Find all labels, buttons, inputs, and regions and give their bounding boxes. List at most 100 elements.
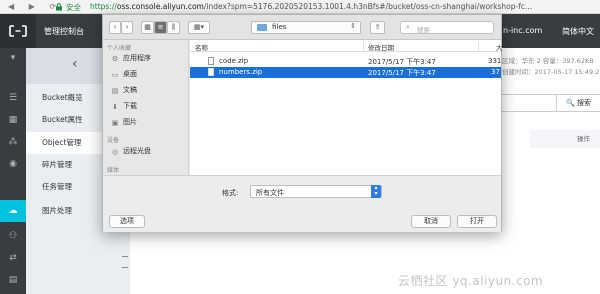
icon-view-icon: ▦ (144, 23, 151, 31)
documents-icon: ▤ (111, 87, 119, 95)
cancel-button[interactable]: 取消 (411, 215, 451, 228)
file-icon (208, 68, 214, 76)
operations-column-header: 操作 (530, 130, 600, 148)
browser-nav-icons[interactable]: ◀ ▶ ⟳ (8, 2, 62, 11)
url-prefix: https:// (90, 2, 117, 11)
lock-icon (56, 3, 62, 11)
media-section-label: 媒体 (107, 167, 120, 174)
chevron-updown-icon: ▴ ▾ (371, 185, 381, 198)
format-select[interactable]: 所有文件 ▴ ▾ (250, 185, 382, 198)
transfer-icon[interactable]: ⇄ (7, 252, 19, 264)
dialog-buttons: 选项 取消 打开 (103, 212, 501, 232)
nodes-icon[interactable]: ⁂ (7, 136, 19, 148)
share-icon: ⇪ (374, 23, 381, 31)
column-size-header[interactable]: 大 (496, 42, 503, 52)
bucket-created-time: 创建时间：2017-05-17 15:49:25 (502, 68, 600, 76)
sidebar-item-pictures[interactable]: ▣ 图片 (111, 117, 137, 127)
url-field[interactable]: https://oss.console.aliyun.com/index?spm… (90, 2, 532, 11)
sidebar-item-label: 远程光盘 (123, 147, 151, 155)
pictures-icon: ▣ (111, 119, 119, 127)
search-button-label: 搜索 (576, 99, 591, 107)
console-title[interactable]: 管理控制台 (44, 26, 84, 37)
file-size: 331 (488, 57, 502, 65)
column-name-header[interactable]: 名称 (195, 42, 208, 52)
database-icon[interactable]: ◉ (7, 158, 19, 170)
sidebar-item-label: 应用程序 (123, 54, 151, 62)
bucket-region-capacity: 区域：华东 2 容量：397.62KB (502, 57, 594, 65)
file-open-dialog: ‹ › ▦ ≡ ⫼ ▦▾ files ⇕ ⇪ ⌕ 搜索 个人收藏 ⚙ 应用程序 ▭… (102, 14, 503, 232)
chevron-left-icon: ‹ (72, 56, 78, 72)
aliyun-logo-icon (9, 25, 27, 37)
format-label: 格式: (222, 189, 239, 197)
disc-icon: ◎ (111, 148, 119, 156)
favorites-section-label: 个人收藏 (107, 45, 132, 52)
sidebar-item-label: 桌面 (123, 70, 137, 78)
search-icon: ⌕ (406, 23, 410, 31)
watermark: 云栖社区 yq.aliyun.com (398, 274, 544, 288)
file-modified: 2017/5/17 下午3:47 (368, 69, 436, 77)
folder-icon (257, 24, 267, 31)
url-host: oss.console.aliyun.com (116, 2, 204, 11)
sidebar-item-label: 图片 (123, 118, 137, 126)
file-name: numbers.zip (219, 68, 263, 76)
file-modified: 2017/5/17 下午3:47 (368, 58, 436, 66)
product-rail: ▾ ☰ ▦ ⁂ ◉ ☁ ⚇ ⇄ ▤ (0, 48, 26, 294)
file-row[interactable]: code.zip 2017/5/17 下午3:47 331 (190, 56, 501, 67)
column-view-button[interactable]: ⫼ (167, 21, 180, 34)
open-button[interactable]: 打开 (457, 215, 497, 228)
location-label: files (272, 23, 287, 31)
cloud-icon[interactable]: ☁ (7, 205, 19, 217)
browser-address-bar: ◀ ▶ ⟳ 安全 https://oss.console.aliyun.com/… (0, 0, 600, 14)
column-modified-header[interactable]: 修改日期 (368, 42, 394, 52)
url-path: /index?spm=5176.2020520153.1001.4.h3nBfs… (203, 2, 533, 11)
sidebar-item-downloads[interactable]: ⬇ 下载 (111, 101, 137, 111)
forward-button[interactable]: › (121, 21, 133, 34)
search-icon: 🔍 (566, 99, 575, 107)
options-button[interactable]: 选项 (109, 215, 145, 228)
format-bar: 格式: 所有文件 ▴ ▾ (103, 175, 501, 212)
grid-icon[interactable]: ▦ (7, 114, 19, 126)
dialog-search-field[interactable]: ⌕ 搜索 (400, 21, 494, 34)
sidebar-item-applications[interactable]: ⚙ 应用程序 (111, 53, 151, 63)
applications-icon: ⚙ (111, 55, 119, 63)
storage-icon[interactable]: ▤ (7, 274, 19, 286)
file-name: code.zip (219, 57, 249, 65)
file-list-header: 名称 修改日期 大 (190, 40, 503, 52)
column-view-icon: ⫼ (171, 23, 176, 31)
column-divider[interactable] (363, 41, 364, 51)
resize-handle[interactable] (122, 256, 128, 268)
arrange-button[interactable]: ▦▾ (188, 21, 210, 34)
sidebar-item-desktop[interactable]: ▭ 桌面 (111, 69, 137, 79)
downloads-icon: ⬇ (112, 103, 118, 111)
share-button[interactable]: ⇪ (370, 21, 385, 34)
aliyun-logo[interactable] (0, 14, 36, 48)
sidebar-item-label: 下载 (123, 102, 137, 110)
icon-view-button[interactable]: ▦ (141, 21, 154, 34)
network-icon[interactable]: ⚇ (7, 230, 19, 242)
column-divider[interactable] (478, 41, 479, 51)
list-view-icon: ≡ (157, 23, 164, 31)
expand-icon[interactable]: ▾ (7, 52, 19, 64)
file-row-selected[interactable]: numbers.zip 2017/5/17 下午3:47 37 (190, 67, 501, 78)
file-list: 名称 修改日期 大 code.zip 2017/5/17 下午3:47 331 … (190, 40, 503, 175)
menu-icon[interactable]: ☰ (7, 92, 19, 104)
sidebar-item-documents[interactable]: ▤ 文稿 (111, 85, 137, 95)
desktop-icon: ▭ (111, 71, 119, 79)
devices-section-label: 设备 (107, 137, 120, 144)
list-view-button[interactable]: ≡ (154, 21, 167, 34)
account-domain[interactable]: n-inc.com (503, 26, 542, 35)
dialog-toolbar: ‹ › ▦ ≡ ⫼ ▦▾ files ⇕ ⇪ ⌕ 搜索 (103, 15, 501, 40)
file-size: 37 (491, 68, 500, 76)
file-icon (208, 57, 214, 65)
object-search-button[interactable]: 🔍 搜索 (556, 95, 600, 111)
format-value: 所有文件 (256, 188, 284, 197)
chevron-updown-icon: ⇕ (350, 22, 356, 30)
back-button[interactable]: ‹ (109, 21, 121, 34)
secure-label: 安全 (66, 3, 81, 12)
sidebar-item-remote-disc[interactable]: ◎ 远程光盘 (111, 146, 151, 156)
language-switch[interactable]: 简体中文 (562, 26, 594, 37)
dialog-search-placeholder: 搜索 (417, 26, 430, 34)
dialog-sidebar: 个人收藏 ⚙ 应用程序 ▭ 桌面 ▤ 文稿 ⬇ 下载 ▣ 图片 设备 ◎ 远程光盘 媒体 (103, 40, 189, 175)
location-popup[interactable]: files ⇕ (251, 21, 361, 34)
sidebar-item-label: 文稿 (123, 86, 137, 94)
